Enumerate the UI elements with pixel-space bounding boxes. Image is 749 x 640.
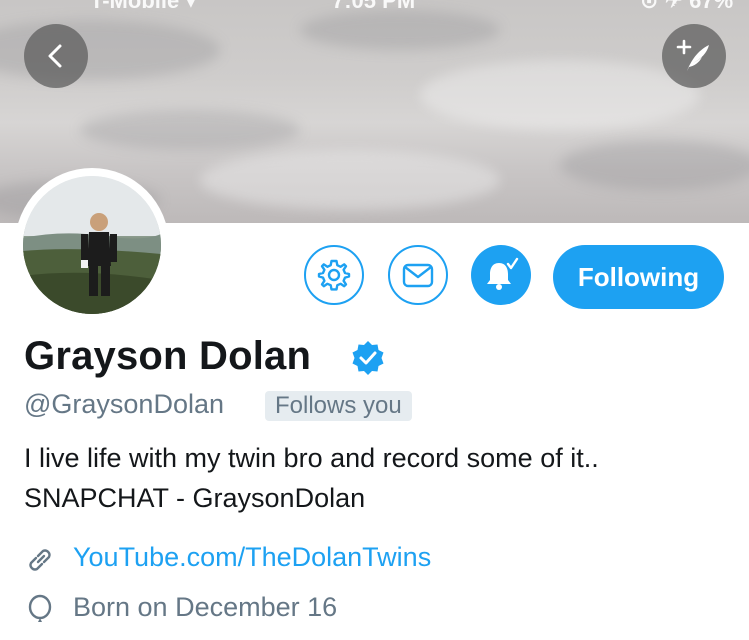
- envelope-icon: [402, 263, 434, 288]
- gear-icon: [317, 259, 351, 291]
- bio-line-2: SNAPCHAT - GraysonDolan: [24, 483, 366, 513]
- profile-bio: I live life with my twin bro and record …: [24, 438, 599, 518]
- avatar-photo: [23, 176, 161, 314]
- status-bar: T-Mobile ▾ 7:05 PM ⊙ ✈ 67%: [0, 0, 749, 13]
- following-button[interactable]: Following: [553, 245, 724, 309]
- compose-tweet-icon: [676, 39, 709, 71]
- verified-badge-icon: [352, 341, 384, 375]
- link-icon: [29, 549, 51, 571]
- battery-indicator: ⊙ ✈ 67%: [640, 0, 734, 13]
- birthday-label: Born on December 16: [73, 592, 338, 622]
- profile-name: Grayson Dolan: [24, 334, 312, 378]
- profile-handle: @GraysonDolan: [24, 389, 224, 419]
- back-button[interactable]: [24, 24, 88, 88]
- profile-website-link[interactable]: YouTube.com/TheDolanTwins: [73, 542, 431, 573]
- bio-line-1: I live life with my twin bro and record …: [24, 443, 599, 473]
- follows-you-badge: Follows you: [265, 391, 412, 421]
- notifications-button[interactable]: [471, 245, 531, 305]
- settings-button[interactable]: [304, 245, 364, 305]
- bell-check-icon: [487, 257, 519, 290]
- avatar[interactable]: [15, 168, 169, 322]
- message-button[interactable]: [388, 245, 448, 305]
- chevron-left-icon: [48, 44, 62, 68]
- carrier-label: T-Mobile ▾: [90, 0, 197, 13]
- compose-tweet-button[interactable]: [662, 24, 726, 88]
- balloon-icon: [28, 594, 52, 622]
- status-time: 7:05 PM: [332, 0, 416, 13]
